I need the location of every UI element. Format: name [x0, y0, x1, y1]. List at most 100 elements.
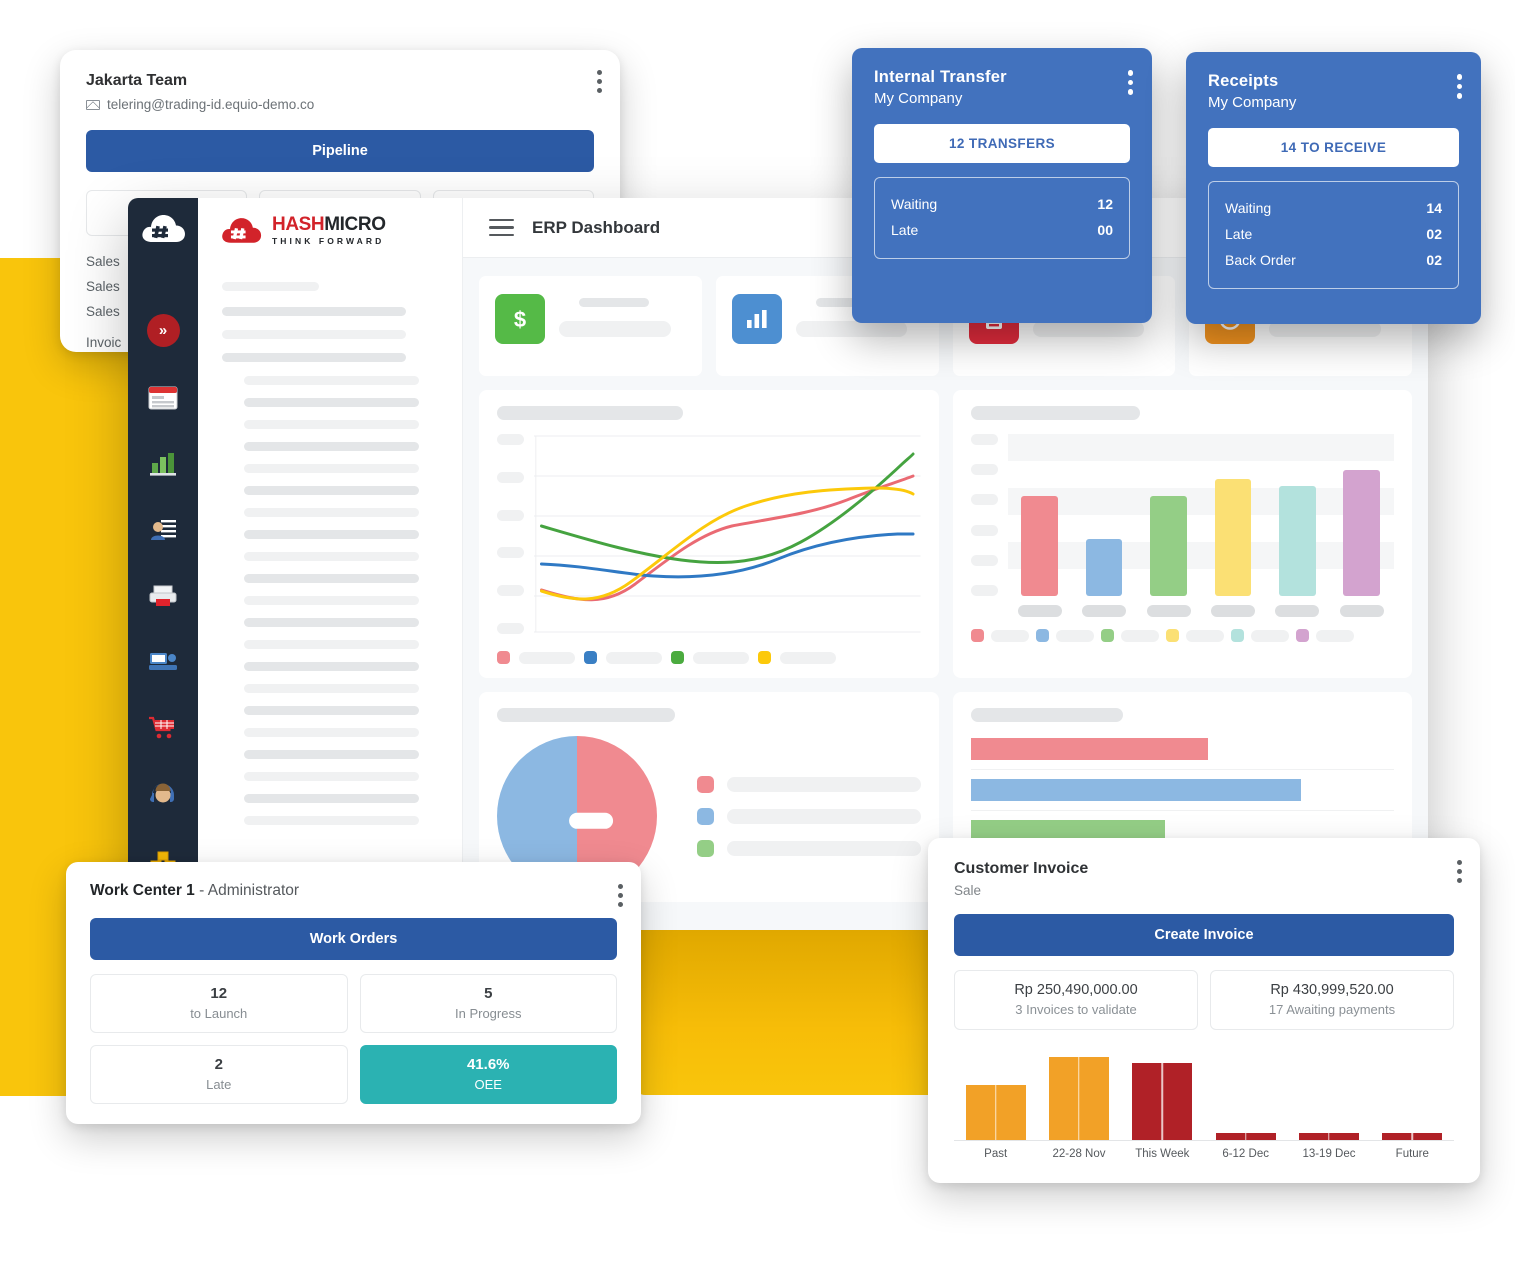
- amount-label: 17 Awaiting payments: [1268, 1002, 1396, 1017]
- pipeline-button[interactable]: Pipeline: [86, 130, 594, 172]
- list-item: [244, 419, 419, 429]
- hashmicro-cloud-icon: [220, 215, 262, 245]
- receipts-company: My Company: [1208, 94, 1297, 111]
- customer-invoice-amounts: Rp 250,490,000.00 3 Invoices to validate…: [928, 956, 1480, 1030]
- stat-label: In Progress: [455, 1006, 522, 1021]
- line-chart-legend: [497, 651, 921, 664]
- bar[interactable]: [1382, 1133, 1443, 1140]
- bar: [1150, 495, 1187, 596]
- bar-chart-icon[interactable]: [141, 442, 185, 486]
- bar-column: [1037, 1046, 1120, 1140]
- chart-title-skeleton: [970, 406, 1140, 420]
- legend-swatch: [970, 629, 984, 642]
- internal-transfer-cta[interactable]: 12 TRANSFERS: [874, 124, 1130, 163]
- stat-label: Waiting: [1225, 200, 1272, 216]
- list-item: [244, 639, 419, 649]
- create-invoice-button[interactable]: Create Invoice: [954, 914, 1454, 956]
- stat-label: to Launch: [190, 1006, 248, 1021]
- customer-invoice-button-wrap: Create Invoice: [928, 898, 1480, 956]
- bar-chart-y-axis: [970, 434, 998, 596]
- bar[interactable]: [965, 1085, 1026, 1140]
- legend-label-skeleton: [727, 808, 921, 824]
- expand-chevrons-icon[interactable]: »: [141, 308, 185, 352]
- stat-label: OEE: [474, 1077, 502, 1092]
- contacts-icon[interactable]: [141, 508, 185, 552]
- work-center-stat-oee[interactable]: 41.6% OEE: [359, 1045, 617, 1104]
- jakarta-header: Jakarta Team telering@trading-id.equio-d…: [60, 50, 620, 112]
- stat-value: 12: [1097, 196, 1113, 212]
- chart-title-skeleton: [497, 406, 684, 420]
- list-item: [244, 507, 419, 517]
- work-center-stat-late[interactable]: 2 Late: [90, 1045, 348, 1104]
- bar-chart-card: [952, 390, 1412, 678]
- awaiting-payments[interactable]: Rp 430,999,520.00 17 Awaiting payments: [1210, 970, 1454, 1030]
- shopping-cart-icon[interactable]: [141, 706, 185, 750]
- bar[interactable]: [1132, 1062, 1193, 1140]
- hamburger-menu-icon[interactable]: [489, 218, 514, 237]
- work-center-header: Work Center 1 - Administrator: [66, 862, 641, 900]
- kpi-skeleton: [559, 294, 686, 337]
- receipts-overflow-menu[interactable]: [1456, 74, 1462, 99]
- legend-swatch: [758, 651, 771, 664]
- bar: [1278, 485, 1316, 596]
- customer-invoice-overflow-menu[interactable]: [1457, 860, 1462, 883]
- legend-label-skeleton: [1250, 629, 1289, 642]
- envelope-icon: [86, 99, 100, 110]
- list-item: [222, 329, 406, 339]
- support-agent-icon[interactable]: [141, 772, 185, 816]
- table-row[interactable]: Waiting 12: [891, 191, 1113, 217]
- table-row[interactable]: Late 00: [891, 217, 1113, 243]
- stat-value: 5: [484, 985, 493, 1002]
- bar[interactable]: [1298, 1133, 1359, 1140]
- bar[interactable]: [1049, 1057, 1109, 1140]
- invoice-bars: [954, 1046, 1454, 1141]
- customer-invoice-chart: Past 22-28 Nov This Week 6-12 Dec 13-19 …: [928, 1030, 1480, 1160]
- stat-value: 2: [214, 1056, 223, 1073]
- legend-label-skeleton: [693, 651, 749, 664]
- table-row[interactable]: Late 02: [1225, 221, 1442, 247]
- list-item: [244, 683, 419, 693]
- work-center-stat-to-launch[interactable]: 12 to Launch: [90, 974, 348, 1033]
- receipts-title: Receipts: [1208, 72, 1279, 90]
- hashmicro-wordmark: HASHMICRO THINK FORWARD: [272, 215, 386, 246]
- jakarta-overflow-menu[interactable]: [597, 70, 602, 93]
- internal-transfer-card: Internal Transfer My Company 12 TRANSFER…: [852, 48, 1152, 323]
- receipts-card: Receipts My Company 14 TO RECEIVE Waitin…: [1186, 52, 1481, 324]
- list-item: [244, 771, 419, 781]
- pos-terminal-icon[interactable]: [141, 640, 185, 684]
- amount-label: 3 Invoices to validate: [1015, 1002, 1137, 1017]
- x-tick-label: 13-19 Dec: [1302, 1148, 1356, 1160]
- work-center-name: Work Center 1: [90, 882, 195, 899]
- work-center-overflow-menu[interactable]: [618, 884, 623, 907]
- printer-icon[interactable]: [141, 574, 185, 618]
- table-row[interactable]: Back Order 02: [1225, 247, 1442, 273]
- line-chart-y-axis: [497, 434, 524, 634]
- work-center-stat-in-progress[interactable]: 5 In Progress: [359, 974, 617, 1033]
- list-item: [244, 463, 419, 473]
- work-center-stats-grid: 12 to Launch 5 In Progress 2 Late 41.6% …: [66, 960, 641, 1104]
- legend-label-skeleton: [780, 651, 836, 664]
- legend-swatch: [584, 651, 597, 664]
- erp-nav-panel: HASHMICRO THINK FORWARD: [198, 198, 463, 958]
- list-item: [244, 705, 419, 715]
- bar: [970, 779, 1301, 801]
- legend-label-skeleton: [727, 776, 921, 792]
- bar-column: [1121, 1046, 1204, 1140]
- invoices-to-validate[interactable]: Rp 250,490,000.00 3 Invoices to validate: [954, 970, 1198, 1030]
- customer-invoice-card: Customer Invoice Sale Create Invoice Rp …: [928, 838, 1480, 1183]
- bar-column: [1287, 1046, 1370, 1140]
- work-orders-button[interactable]: Work Orders: [90, 918, 617, 960]
- news-window-icon[interactable]: [141, 376, 185, 420]
- list-item: [222, 306, 406, 316]
- bar[interactable]: [1215, 1133, 1276, 1140]
- jakarta-email: telering@trading-id.equio-demo.co: [107, 97, 315, 112]
- table-row[interactable]: Waiting 14: [1225, 195, 1442, 221]
- internal-transfer-stats: Waiting 12 Late 00: [874, 177, 1130, 259]
- receipts-cta[interactable]: 14 TO RECEIVE: [1208, 128, 1459, 167]
- legend-swatch: [1230, 629, 1244, 642]
- stat-label: Late: [891, 222, 919, 238]
- kpi-card-revenue[interactable]: $: [479, 276, 702, 376]
- bar: [1343, 469, 1381, 596]
- internal-transfer-overflow-menu[interactable]: [1127, 70, 1133, 95]
- bar: [970, 738, 1208, 760]
